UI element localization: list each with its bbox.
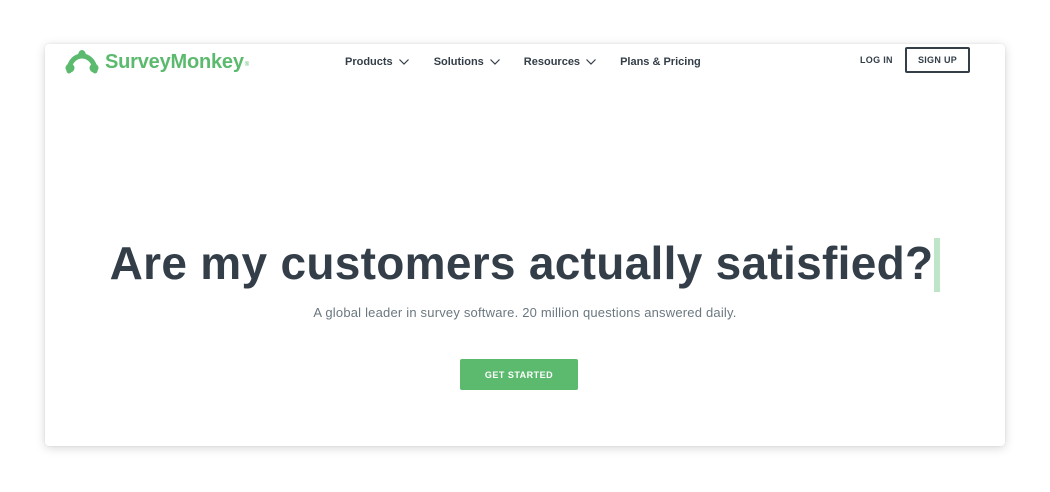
login-link[interactable]: LOG IN xyxy=(860,55,893,65)
typing-cursor xyxy=(934,237,941,292)
get-started-button[interactable]: GET STARTED xyxy=(460,359,578,390)
nav-item-plans-pricing[interactable]: Plans & Pricing xyxy=(620,56,701,68)
monkey-logo-icon xyxy=(65,50,99,74)
hero: Are my customers actually satisfied? xyxy=(45,235,1005,292)
hero-headline-text: Are my customers actually satisfied? xyxy=(109,237,934,289)
chevron-down-icon xyxy=(398,59,409,65)
chevron-down-icon xyxy=(489,59,500,65)
nav-item-label: Plans & Pricing xyxy=(620,56,701,68)
main-nav: Products Solutions Resources Plans & Pri… xyxy=(345,53,701,71)
nav-item-products[interactable]: Products xyxy=(345,56,409,68)
page-card: SurveyMonkey ® Products Solutions Resour… xyxy=(45,44,1005,446)
nav-item-solutions[interactable]: Solutions xyxy=(434,56,500,68)
nav-item-label: Resources xyxy=(523,56,581,68)
hero-subtitle: A global leader in survey software. 20 m… xyxy=(313,305,737,320)
logo-text: SurveyMonkey xyxy=(105,50,244,73)
signup-button[interactable]: SIGN UP xyxy=(905,47,970,73)
nav-item-label: Products xyxy=(345,56,393,68)
registered-mark: ® xyxy=(244,62,250,68)
hero-headline: Are my customers actually satisfied? xyxy=(110,235,941,292)
nav-item-label: Solutions xyxy=(433,56,484,68)
nav-item-resources[interactable]: Resources xyxy=(524,56,596,68)
logo[interactable]: SurveyMonkey ® xyxy=(65,48,249,76)
chevron-down-icon xyxy=(586,59,596,65)
